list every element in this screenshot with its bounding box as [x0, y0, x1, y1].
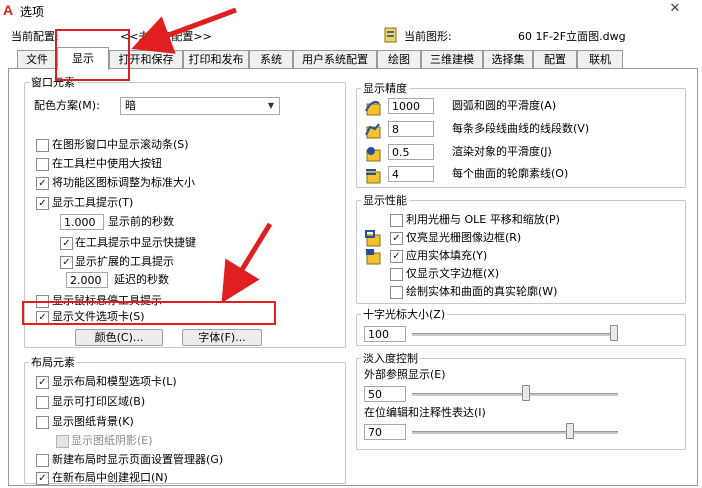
- paper-shadow-label: 显示图纸阴影(E): [71, 434, 153, 447]
- true-silhouettes-checkbox[interactable]: [390, 286, 403, 299]
- crosshair-slider-track[interactable]: [412, 333, 618, 336]
- display-resolution-legend: 显示精度: [363, 82, 407, 95]
- rollover-tooltips-checkbox[interactable]: [36, 295, 49, 308]
- color-scheme-label: 配色方案(M):: [34, 99, 100, 112]
- tooltip-delay-input[interactable]: 1.000: [60, 214, 104, 230]
- xref-fade-label: 外部参照显示(E): [364, 368, 446, 381]
- crosshair-size-legend: 十字光标大小(Z): [363, 308, 446, 321]
- scrollbars-checkbox[interactable]: [36, 139, 49, 152]
- tab-system[interactable]: 系统: [249, 50, 293, 69]
- colors-button[interactable]: 颜色(C)...: [75, 329, 163, 346]
- extended-tooltips-checkbox[interactable]: ✓: [60, 256, 73, 269]
- raster-ole-label: 利用光栅与 OLE 平移和缩放(P): [406, 213, 560, 226]
- scrollbars-label: 在图形窗口中显示滚动条(S): [52, 138, 189, 151]
- drawing-file-icon: [384, 27, 397, 43]
- paper-shadow-checkbox[interactable]: [56, 435, 69, 448]
- paper-background-label: 显示图纸背景(K): [52, 415, 134, 428]
- shortcut-keys-label: 在工具提示中显示快捷键: [75, 236, 196, 249]
- render-smoothness-input[interactable]: 0.5: [388, 144, 434, 160]
- polyline-segments-input[interactable]: 8: [388, 121, 434, 137]
- raster-frame-checkbox[interactable]: ✓: [390, 232, 403, 245]
- crosshair-size-input[interactable]: 100: [364, 326, 406, 342]
- fade-control-legend: 淡入度控制: [363, 352, 418, 365]
- text-boundary-label: 仅显示文字边框(X): [406, 267, 500, 280]
- tab-profiles[interactable]: 配置: [533, 50, 577, 69]
- xref-fade-slider-thumb[interactable]: [522, 385, 530, 401]
- resize-icons-label: 将功能区图标调整为标准大小: [52, 176, 195, 189]
- file-tabs-checkbox[interactable]: ✓: [36, 311, 49, 324]
- show-tooltips-label: 显示工具提示(T): [52, 196, 134, 209]
- solid-fill-checkbox[interactable]: ✓: [390, 250, 403, 263]
- tooltip-delay-label: 显示前的秒数: [108, 215, 174, 228]
- fonts-button[interactable]: 字体(F)...: [182, 329, 262, 346]
- page-setup-manager-label: 新建布局时显示页面设置管理器(G): [52, 453, 224, 466]
- shortcut-keys-checkbox[interactable]: ✓: [60, 237, 73, 250]
- contour-lines-input[interactable]: 4: [388, 166, 434, 182]
- tab-drafting[interactable]: 绘图: [377, 50, 421, 69]
- close-icon[interactable]: ✕: [660, 1, 690, 19]
- layout-elements-legend: 布局元素: [31, 356, 75, 369]
- tab-selection[interactable]: 选择集: [483, 50, 533, 69]
- render-smoothness-label: 渲染对象的平滑度(J): [452, 145, 552, 158]
- solid-fill-label: 应用实体填充(Y): [406, 249, 488, 262]
- resize-icons-checkbox[interactable]: ✓: [36, 177, 49, 190]
- tab-open-save[interactable]: 打开和保存: [109, 50, 183, 69]
- arc-smoothness-input[interactable]: 1000: [388, 98, 434, 114]
- inplace-fade-slider-thumb[interactable]: [566, 423, 574, 439]
- tab-user-preferences[interactable]: 用户系统配置: [293, 50, 377, 69]
- polyline-segments-label: 每条多段线曲线的线段数(V): [452, 122, 590, 135]
- file-tabs-label: 显示文件选项卡(S): [52, 310, 145, 323]
- tab-3d-modeling[interactable]: 三维建模: [421, 50, 483, 69]
- raster-frame-label: 仅亮显光栅图像边框(R): [406, 231, 522, 244]
- contour-lines-label: 每个曲面的轮廓素线(O): [452, 167, 569, 180]
- current-drawing-label: 当前图形:: [404, 30, 452, 43]
- rollover-tooltips-label: 显示鼠标悬停工具提示: [52, 294, 162, 307]
- crosshair-slider-thumb[interactable]: [610, 325, 618, 341]
- chevron-down-icon[interactable]: ▼: [263, 98, 279, 114]
- color-scheme-value: 暗: [125, 99, 136, 112]
- extended-delay-label: 延迟的秒数: [114, 273, 169, 286]
- color-scheme-select[interactable]: 暗 ▼: [120, 97, 280, 115]
- page-setup-manager-checkbox[interactable]: [36, 454, 49, 467]
- layout-model-tabs-label: 显示布局和模型选项卡(L): [52, 375, 177, 388]
- current-profile-value: <<未命名配置>>: [120, 30, 212, 43]
- render-smoothness-icon: [366, 147, 381, 162]
- inplace-fade-input[interactable]: 70: [364, 424, 406, 440]
- solid-fill-icon: [366, 249, 381, 265]
- paper-background-checkbox[interactable]: [36, 416, 49, 429]
- large-buttons-label: 在工具栏中使用大按钮: [52, 157, 162, 170]
- arc-smoothness-icon: [365, 101, 381, 116]
- tab-display[interactable]: 显示: [57, 47, 109, 70]
- title-bar: A 选项 ✕: [0, 0, 702, 22]
- create-viewport-checkbox[interactable]: ✓: [36, 472, 49, 485]
- show-tooltips-checkbox[interactable]: ✓: [36, 197, 49, 210]
- create-viewport-label: 在新布局中创建视口(N): [52, 471, 168, 484]
- extended-tooltips-label: 显示扩展的工具提示: [75, 255, 174, 268]
- current-profile-label: 当前配置:: [11, 30, 59, 43]
- inplace-fade-label: 在位编辑和注释性表达(I): [364, 406, 486, 419]
- display-performance-legend: 显示性能: [363, 194, 407, 207]
- polyline-segments-icon: [365, 123, 381, 139]
- large-buttons-checkbox[interactable]: [36, 158, 49, 171]
- arc-smoothness-label: 圆弧和圆的平滑度(A): [452, 99, 557, 112]
- contour-lines-icon: [366, 169, 381, 184]
- raster-ole-checkbox[interactable]: [390, 214, 403, 227]
- window-title: 选项: [20, 5, 45, 19]
- inplace-fade-slider-track[interactable]: [412, 431, 618, 434]
- window-elements-legend: 窗口元素: [31, 76, 75, 89]
- tab-online[interactable]: 联机: [577, 50, 623, 69]
- true-silhouettes-label: 绘制实体和曲面的真实轮廓(W): [406, 285, 558, 298]
- tab-files[interactable]: 文件: [17, 50, 57, 69]
- autocad-logo-icon: A: [3, 2, 14, 18]
- layout-model-tabs-checkbox[interactable]: ✓: [36, 376, 49, 389]
- printable-area-label: 显示可打印区域(B): [52, 395, 146, 408]
- printable-area-checkbox[interactable]: [36, 396, 49, 409]
- text-boundary-checkbox[interactable]: [390, 268, 403, 281]
- current-drawing-value: 60 1F-2F立面图.dwg: [518, 30, 626, 43]
- xref-fade-slider-track[interactable]: [412, 393, 618, 396]
- xref-fade-input[interactable]: 50: [364, 386, 406, 402]
- raster-frame-icon: [365, 230, 381, 247]
- tab-plot-publish[interactable]: 打印和发布: [183, 50, 249, 69]
- extended-delay-input[interactable]: 2.000: [66, 272, 108, 288]
